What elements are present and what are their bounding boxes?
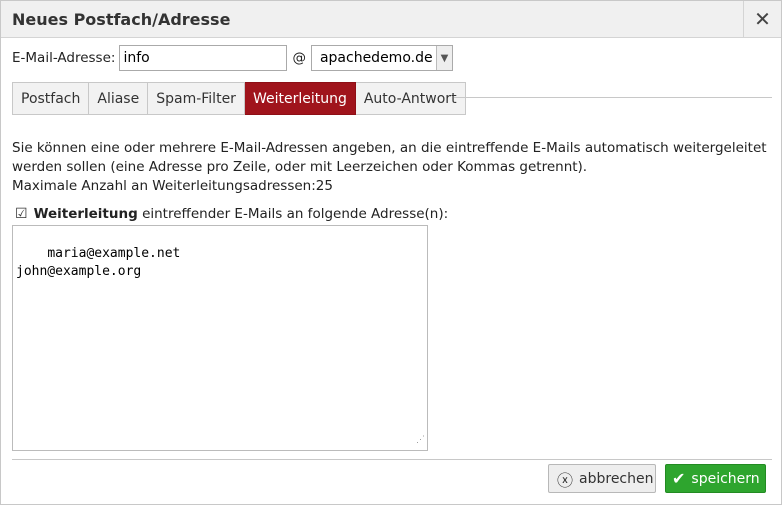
close-icon: ✕	[754, 7, 771, 31]
tab-weiterleitung[interactable]: Weiterleitung	[244, 82, 356, 115]
cancel-button-label: abbrechen	[579, 470, 654, 487]
forwarding-description-text: Sie können eine oder mehrere E-Mail-Adre…	[12, 140, 767, 175]
email-address-row: E-Mail-Adresse: @ apachedemo.de ▼	[12, 45, 453, 71]
checkbox-checked-icon[interactable]: ☑	[15, 206, 28, 222]
chevron-down-icon: ▼	[435, 46, 452, 70]
forwarding-checkbox-row[interactable]: ☑ Weiterleitung eintreffender E-Mails an…	[15, 206, 448, 222]
forwarding-checkbox-label: Weiterleitung eintreffender E-Mails an f…	[34, 206, 449, 222]
forwarding-max-count: Maximale Anzahl an Weiterleitungsadresse…	[12, 178, 333, 194]
dialog-title: Neues Postfach/Adresse	[12, 10, 231, 29]
forwarding-addresses-textarea[interactable]: maria@example.net john@example.org ⋰	[12, 225, 428, 451]
forwarding-checkbox-label-rest: eintreffender E-Mails an folgende Adress…	[137, 206, 449, 222]
new-mailbox-dialog: Neues Postfach/Adresse ✕ E-Mail-Adresse:…	[0, 0, 782, 505]
forwarding-checkbox-label-bold: Weiterleitung	[33, 206, 138, 222]
email-local-part-input[interactable]	[119, 45, 288, 71]
close-button[interactable]: ✕	[743, 1, 781, 37]
cancel-button[interactable]: ⓧ abbrechen	[548, 464, 656, 493]
tab-postfach[interactable]: Postfach	[12, 82, 90, 115]
save-button-label: speichern	[691, 470, 760, 487]
forwarding-addresses-text: maria@example.net john@example.org	[16, 246, 181, 279]
dialog-titlebar: Neues Postfach/Adresse ✕	[1, 1, 781, 38]
tab-bar-line	[454, 97, 772, 98]
cancel-circle-x-icon: ⓧ	[557, 470, 574, 490]
save-button[interactable]: ✔ speichern	[665, 464, 766, 493]
checkmark-icon: ✔	[672, 469, 686, 488]
footer-divider	[12, 459, 772, 460]
tab-spam-filter[interactable]: Spam-Filter	[148, 82, 245, 115]
domain-select-value: apachedemo.de	[319, 50, 433, 66]
email-address-label: E-Mail-Adresse:	[12, 50, 116, 66]
at-sign: @	[292, 50, 306, 66]
tab-bar: Postfach Aliase Spam-Filter Weiterleitun…	[12, 82, 466, 116]
tab-auto-antwort[interactable]: Auto-Antwort	[355, 82, 466, 115]
tab-aliase[interactable]: Aliase	[89, 82, 149, 115]
forwarding-description: Sie können eine oder mehrere E-Mail-Adre…	[12, 139, 777, 196]
domain-select[interactable]: apachedemo.de ▼	[310, 45, 453, 71]
resize-handle-icon[interactable]: ⋰	[416, 431, 425, 449]
